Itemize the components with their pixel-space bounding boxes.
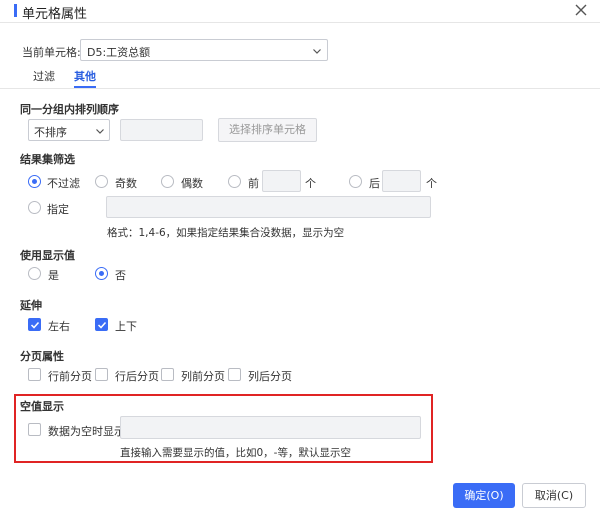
title-accent-bar xyxy=(14,4,17,17)
empty-display-label: 数据为空时显示 xyxy=(48,425,125,438)
cancel-button[interactable]: 取消(C) xyxy=(522,483,586,508)
even-label: 偶数 xyxy=(181,177,203,190)
empty-display-title: 空值显示 xyxy=(20,400,64,413)
display-yes-label: 是 xyxy=(48,269,59,282)
empty-display-input[interactable] xyxy=(120,416,421,439)
back-label: 后 xyxy=(369,177,380,190)
page-props-title: 分页属性 xyxy=(20,350,64,363)
display-value-title: 使用显示值 xyxy=(20,249,75,262)
front-count-input[interactable] xyxy=(262,170,301,192)
format-hint: 格式：1,4-6，如果指定结果集合没数据，显示为空 xyxy=(107,227,345,239)
result-filter-title: 结果集筛选 xyxy=(20,153,75,166)
back-unit-label: 个 xyxy=(426,177,437,190)
group-sort-title: 同一分组内排列顺序 xyxy=(20,103,119,116)
cell-properties-dialog: 单元格属性 当前单元格: D5:工资总额 过滤 其他 同一分组内排列顺序 不排序… xyxy=(0,0,600,521)
radio-no-filter[interactable] xyxy=(28,175,41,188)
tab-filter[interactable]: 过滤 xyxy=(33,68,55,84)
header-divider xyxy=(0,22,600,23)
row-after-page-label: 行后分页 xyxy=(115,370,159,383)
extend-title: 延伸 xyxy=(20,299,42,312)
col-after-page-label: 列后分页 xyxy=(248,370,292,383)
ok-button[interactable]: 确定(O) xyxy=(453,483,515,508)
radio-front[interactable] xyxy=(228,175,241,188)
odd-label: 奇数 xyxy=(115,177,137,190)
dialog-header: 单元格属性 xyxy=(0,0,600,22)
current-cell-select[interactable]: D5:工资总额 xyxy=(80,39,328,61)
specify-input[interactable] xyxy=(106,196,431,218)
radio-even[interactable] xyxy=(161,175,174,188)
front-label: 前 xyxy=(248,177,259,190)
row-before-page-label: 行前分页 xyxy=(48,370,92,383)
extend-up-down-label: 上下 xyxy=(115,320,137,333)
current-cell-label: 当前单元格: xyxy=(22,46,81,59)
radio-specify[interactable] xyxy=(28,201,41,214)
back-count-input[interactable] xyxy=(382,170,421,192)
tab-bar: 过滤 其他 xyxy=(0,68,600,88)
extend-up-down-checkbox[interactable] xyxy=(95,318,108,331)
chevron-down-icon xyxy=(96,129,104,134)
front-unit-label: 个 xyxy=(305,177,316,190)
chevron-down-icon xyxy=(313,49,321,54)
extend-left-right-checkbox[interactable] xyxy=(28,318,41,331)
row-after-page-checkbox[interactable] xyxy=(95,368,108,381)
close-icon[interactable] xyxy=(572,1,590,19)
specify-label: 指定 xyxy=(47,203,69,216)
col-before-page-checkbox[interactable] xyxy=(161,368,174,381)
tabs-divider xyxy=(0,88,600,89)
extend-left-right-label: 左右 xyxy=(48,320,70,333)
display-no-label: 否 xyxy=(115,269,126,282)
sort-order-value: 不排序 xyxy=(34,126,67,139)
tab-other[interactable]: 其他 xyxy=(74,68,96,84)
col-after-page-checkbox[interactable] xyxy=(228,368,241,381)
select-sort-cell-button[interactable]: 选择排序单元格 xyxy=(218,118,317,142)
radio-display-no[interactable] xyxy=(95,267,108,280)
radio-odd[interactable] xyxy=(95,175,108,188)
sort-order-select[interactable]: 不排序 xyxy=(28,119,110,141)
empty-display-hint: 直接输入需要显示的值，比如0，-等，默认显示空 xyxy=(120,447,351,459)
row-before-page-checkbox[interactable] xyxy=(28,368,41,381)
no-filter-label: 不过滤 xyxy=(47,177,80,190)
col-before-page-label: 列前分页 xyxy=(181,370,225,383)
sort-cell-input[interactable] xyxy=(120,119,203,141)
current-cell-value: D5:工资总额 xyxy=(87,46,151,59)
radio-back[interactable] xyxy=(349,175,362,188)
empty-display-checkbox[interactable] xyxy=(28,423,41,436)
radio-display-yes[interactable] xyxy=(28,267,41,280)
dialog-title: 单元格属性 xyxy=(22,7,88,22)
